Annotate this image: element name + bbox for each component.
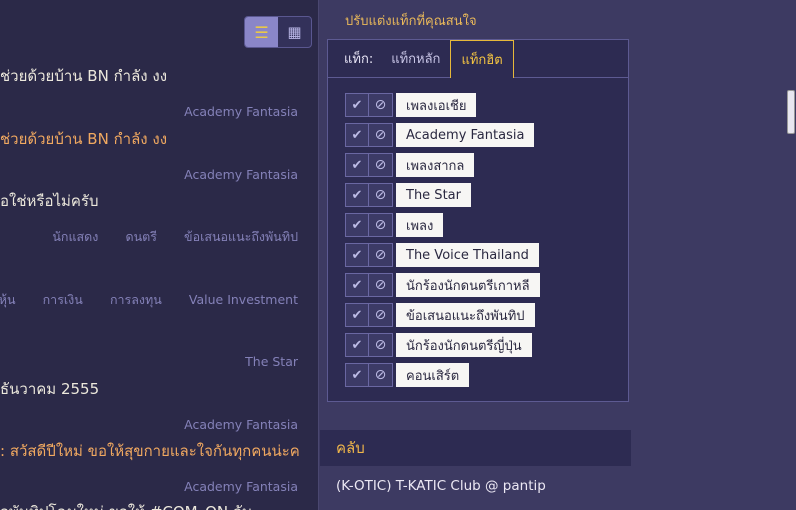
block-icon[interactable]: ⊘ [369,303,393,327]
feed-item-tags: Academy Fantasia [162,476,298,495]
feed-item-tags: The Star [223,351,298,370]
tag-tabs: แท็ก: แท็กหลัก แท็กฮิต [328,40,628,78]
interest-title[interactable]: ปรับแต่งแท็กที่คุณสนใจ [345,10,477,31]
tag-row: ✔ ⊘ The Voice Thailand [345,243,540,273]
feed-tag[interactable]: Academy Fantasia [184,104,298,119]
tag-name[interactable]: Academy Fantasia [396,123,535,147]
check-icon[interactable]: ✔ [345,273,369,297]
feed-tag[interactable]: นักแสดง [52,229,98,244]
tag-row: ✔ ⊘ Academy Fantasia [345,123,540,153]
feed-item-title[interactable]: : สวัสดีปีใหม่ ขอให้สุขกายและใจกันทุกคนน… [0,439,300,463]
tag-name[interactable]: ข้อเสนอแนะถึงพันทิป [396,303,535,327]
tag-row: ✔ ⊘ เพลงเอเชีย [345,93,540,123]
check-icon[interactable]: ✔ [345,183,369,207]
tag-row: ✔ ⊘ นักร้องนักดนตรีเกาหลี [345,273,540,303]
tag-name[interactable]: เพลงสากล [396,153,475,177]
block-icon[interactable]: ⊘ [369,183,393,207]
check-icon[interactable]: ✔ [345,93,369,117]
tag-row: ✔ ⊘ The Star [345,183,540,213]
tag-name[interactable]: เพลงเอเชีย [396,93,477,117]
block-icon[interactable]: ⊘ [369,333,393,357]
tag-name[interactable]: นักร้องนักดนตรีญี่ปุ่น [396,333,532,357]
check-icon[interactable]: ✔ [345,123,369,147]
feed-tag[interactable]: ข้อเสนอแนะถึงพันทิป [184,229,298,244]
club-item[interactable]: (K-OTIC) T-KATIC Club @ pantip [336,478,546,494]
feed-tag[interactable]: Value Investment [189,292,298,307]
topic-feed: ☰ ▦ ช่วยด้วยบ้าน BN กำลัง งง Academy Fan… [0,0,319,510]
feed-item-tags: Academy Fantasia [162,101,298,120]
tag-name[interactable]: The Voice Thailand [396,243,539,267]
tab-hot-tags[interactable]: แท็กฮิต [450,40,514,78]
block-icon[interactable]: ⊘ [369,93,393,117]
feed-item-tags: หุ้น การเงิน การลงทุน Value Investment [0,289,298,310]
feed-tag[interactable]: Academy Fantasia [184,167,298,182]
feed-item-tags: นักแสดง ดนตรี ข้อเสนอแนะถึงพันทิป [30,226,298,247]
tag-name[interactable]: นักร้องนักดนตรีเกาหลี [396,273,540,297]
tag-name[interactable]: The Star [396,183,471,207]
feed-tag[interactable]: การลงทุน [110,292,162,307]
block-icon[interactable]: ⊘ [369,153,393,177]
tag-row: ✔ ⊘ คอนเสิร์ต [345,363,540,393]
check-icon[interactable]: ✔ [345,303,369,327]
tag-popup: แท็ก: แท็กหลัก แท็กฮิต ✔ ⊘ เพลงเอเชีย ✔ … [327,39,629,402]
feed-item[interactable]: อพันทิปโฉมใหม่ ขอให้ #COM_ON ลับ [0,500,298,510]
block-icon[interactable]: ⊘ [369,243,393,267]
view-toggle: ☰ ▦ [244,16,312,48]
feed-tag[interactable]: Academy Fantasia [184,417,298,432]
block-icon[interactable]: ⊘ [369,273,393,297]
feed-item-title[interactable]: อใช่หรือไม่ครับ [0,189,298,213]
tag-list: ✔ ⊘ เพลงเอเชีย ✔ ⊘ Academy Fantasia ✔ ⊘ … [345,93,540,393]
check-icon[interactable]: ✔ [345,213,369,237]
tag-name[interactable]: เพลง [396,213,444,237]
feed-item-title[interactable]: ช่วยด้วยบ้าน BN กำลัง งง [0,127,298,151]
feed-tag[interactable]: Academy Fantasia [184,479,298,494]
feed-item-title[interactable]: ธันวาคม 2555 [0,377,298,401]
feed-item-title[interactable]: ช่วยด้วยบ้าน BN กำลัง งง [0,64,298,88]
check-icon[interactable]: ✔ [345,363,369,387]
feed-item-tags: Academy Fantasia [162,164,298,183]
feed-item[interactable]: ธันวาคม 2555 Academy Fantasia [0,377,298,432]
feed-item[interactable]: อใช่หรือไม่ครับ นักแสดง ดนตรี ข้อเสนอแนะ… [0,189,298,244]
scrollbar-track[interactable] [784,0,796,510]
check-icon[interactable]: ✔ [345,153,369,177]
grid-view-icon[interactable]: ▦ [278,17,311,47]
tab-prefix-label: แท็ก: [344,52,374,67]
tab-main-tags[interactable]: แท็กหลัก [381,40,450,77]
check-icon[interactable]: ✔ [345,333,369,357]
feed-item[interactable]: ช่วยด้วยบ้าน BN กำลัง งง Academy Fantasi… [0,127,298,182]
check-icon[interactable]: ✔ [345,243,369,267]
feed-item-title[interactable]: อพันทิปโฉมใหม่ ขอให้ #COM_ON ลับ [0,500,298,510]
feed-tag[interactable]: ดนตรี [125,229,157,244]
tag-row: ✔ ⊘ ข้อเสนอแนะถึงพันทิป [345,303,540,333]
feed-item[interactable]: ช่วยด้วยบ้าน BN กำลัง งง Academy Fantasi… [0,64,298,119]
tag-row: ✔ ⊘ เพลง [345,213,540,243]
feed-tag[interactable]: The Star [245,354,298,369]
feed-item-tags: Academy Fantasia [162,414,298,433]
feed-tag[interactable]: การเงิน [43,292,83,307]
block-icon[interactable]: ⊘ [369,123,393,147]
feed-tag[interactable]: หุ้น [0,292,16,307]
list-view-icon[interactable]: ☰ [245,17,278,47]
tag-row: ✔ ⊘ นักร้องนักดนตรีญี่ปุ่น [345,333,540,363]
scrollbar-thumb[interactable] [787,90,795,134]
feed-item[interactable]: : สวัสดีปีใหม่ ขอให้สุขกายและใจกันทุกคนน… [0,439,300,494]
tag-name[interactable]: คอนเสิร์ต [396,363,470,387]
club-header: คลับ [320,430,631,466]
block-icon[interactable]: ⊘ [369,213,393,237]
block-icon[interactable]: ⊘ [369,363,393,387]
tag-row: ✔ ⊘ เพลงสากล [345,153,540,183]
